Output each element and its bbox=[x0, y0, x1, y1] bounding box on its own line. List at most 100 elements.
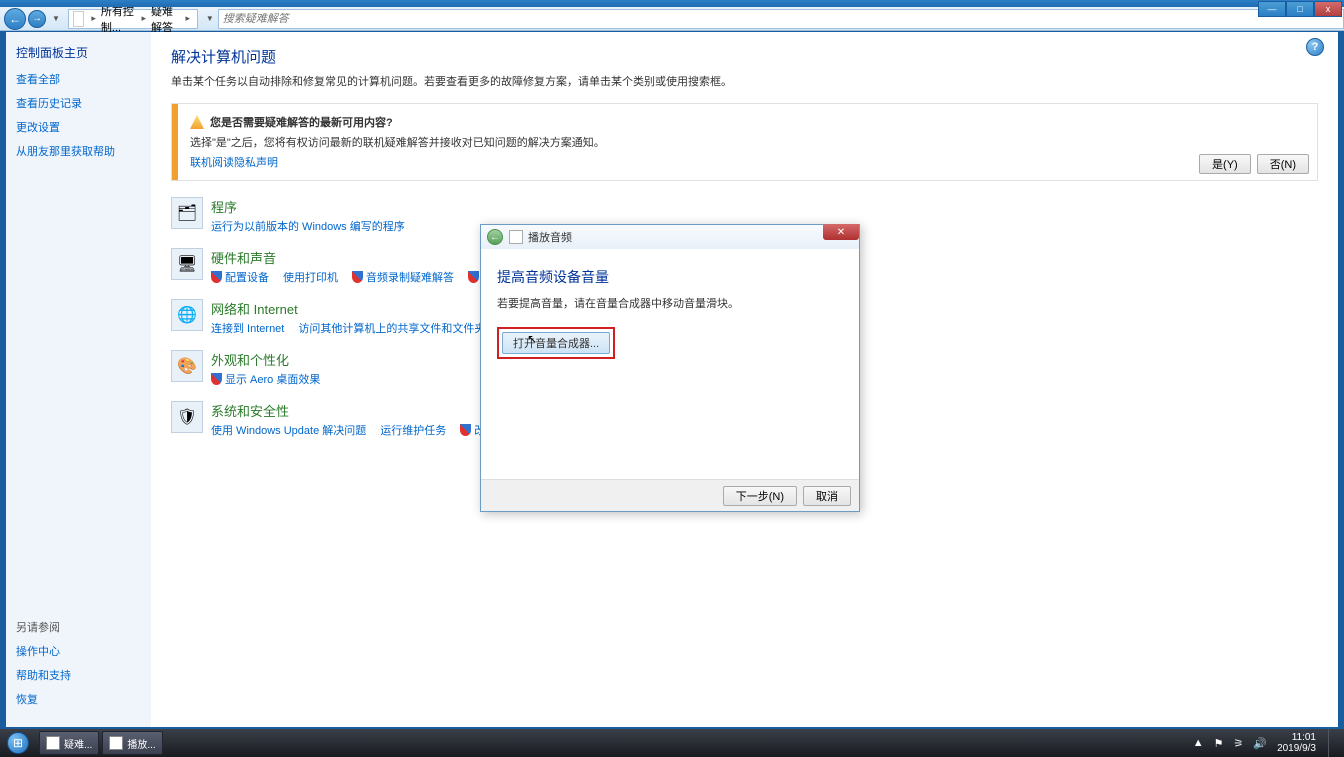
dialog-cancel-button[interactable]: 取消 bbox=[803, 486, 851, 506]
taskbar-item-label: 疑难... bbox=[64, 736, 92, 751]
shield-icon bbox=[211, 373, 222, 385]
category-links: 运行为以前版本的 Windows 编写的程序 bbox=[211, 218, 405, 234]
sidebar-title: 控制面板主页 bbox=[16, 44, 141, 61]
category-link[interactable]: 访问其他计算机上的共享文件和文件夹 bbox=[298, 320, 485, 336]
category-link[interactable]: 使用 Windows Update 解决问题 bbox=[211, 422, 366, 438]
dialog-close-button[interactable]: ✕ bbox=[823, 224, 859, 240]
sidebar-link-history[interactable]: 查看历史记录 bbox=[16, 95, 141, 111]
maximize-button[interactable]: □ bbox=[1286, 1, 1314, 17]
sidebar-link-view-all[interactable]: 查看全部 bbox=[16, 71, 141, 87]
category-link[interactable]: 音频录制疑难解答 bbox=[352, 269, 454, 285]
taskbar: 疑难... 播放... ▲ ⚑ ⚞ 🔊 11:01 2019/9/3 bbox=[0, 729, 1344, 757]
address-dropdown[interactable]: ▼ bbox=[202, 14, 218, 23]
category-link[interactable]: 使用打印机 bbox=[283, 269, 338, 285]
sidebar-footer-recovery[interactable]: 恢复 bbox=[16, 691, 141, 707]
nav-history-dropdown[interactable]: ▼ bbox=[48, 14, 64, 23]
category-title[interactable]: 程序 bbox=[211, 197, 405, 216]
shield-icon bbox=[468, 271, 479, 283]
notice-box: 您是否需要疑难解答的最新可用内容? 选择"是"之后，您将有权访问最新的联机疑难解… bbox=[171, 103, 1318, 181]
action-center-icon[interactable]: ⚑ bbox=[1214, 737, 1224, 750]
forward-button[interactable]: → bbox=[28, 10, 46, 28]
link-text: 访问其他计算机上的共享文件和文件夹 bbox=[298, 320, 485, 336]
warning-icon bbox=[190, 115, 204, 129]
page-title: 解决计算机问题 bbox=[171, 46, 1318, 67]
back-button[interactable]: ← bbox=[4, 8, 26, 30]
category-link[interactable]: 配置设备 bbox=[211, 269, 269, 285]
dialog-heading: 提高音频设备音量 bbox=[497, 267, 843, 287]
start-orb-icon bbox=[7, 732, 29, 754]
chevron-right-icon: ▸ bbox=[182, 13, 193, 24]
system-tray: ▲ ⚑ ⚞ 🔊 11:01 2019/9/3 bbox=[1193, 729, 1344, 757]
link-text: 音频录制疑难解答 bbox=[366, 269, 454, 285]
notice-text: 选择"是"之后，您将有权访问最新的联机疑难解答并接收对已知问题的解决方案通知。 bbox=[190, 134, 1187, 150]
category-icon: 🎨 bbox=[171, 350, 203, 382]
category-link[interactable]: 显示 Aero 桌面效果 bbox=[211, 371, 320, 387]
close-button[interactable]: x bbox=[1314, 1, 1342, 17]
notice-no-button[interactable]: 否(N) bbox=[1257, 154, 1309, 174]
app-icon bbox=[109, 736, 123, 750]
dialog-back-button[interactable]: ← bbox=[487, 229, 503, 245]
link-text: 运行维护任务 bbox=[380, 422, 446, 438]
start-button[interactable] bbox=[0, 729, 36, 757]
link-text: 显示 Aero 桌面效果 bbox=[225, 371, 320, 387]
dialog-body: 提高音频设备音量 若要提高音量，请在音量合成器中移动音量滑块。 打开音量合成器.… bbox=[481, 249, 859, 479]
volume-icon[interactable]: 🔊 bbox=[1253, 737, 1267, 750]
shield-icon bbox=[211, 271, 222, 283]
category-link[interactable]: 运行为以前版本的 Windows 编写的程序 bbox=[211, 218, 405, 234]
category-link[interactable]: 运行维护任务 bbox=[380, 422, 446, 438]
search-input[interactable] bbox=[223, 13, 1339, 25]
control-panel-icon bbox=[73, 11, 84, 27]
chevron-right-icon: ▸ bbox=[138, 13, 149, 24]
clock[interactable]: 11:01 2019/9/3 bbox=[1277, 732, 1318, 754]
category-icon: 🖥 bbox=[171, 248, 203, 280]
category-link[interactable]: 连接到 Internet bbox=[211, 320, 284, 336]
dialog-title-icon bbox=[509, 230, 523, 244]
sidebar-footer-action-center[interactable]: 操作中心 bbox=[16, 643, 141, 659]
clock-date: 2019/9/3 bbox=[1277, 743, 1316, 754]
notice-body: 您是否需要疑难解答的最新可用内容? 选择"是"之后，您将有权访问最新的联机疑难解… bbox=[178, 104, 1199, 180]
taskbar-item-troubleshoot[interactable]: 疑难... bbox=[39, 731, 99, 755]
title-bar: — □ x bbox=[0, 0, 1344, 7]
breadcrumb-seg1[interactable]: 所有控制... bbox=[99, 3, 139, 35]
taskbar-item-audio[interactable]: 播放... bbox=[102, 731, 162, 755]
category-icon: 🛡 bbox=[171, 401, 203, 433]
breadcrumb-seg2[interactable]: 疑难解答 bbox=[149, 3, 182, 35]
clock-time: 11:01 bbox=[1277, 732, 1316, 743]
link-text: 运行为以前版本的 Windows 编写的程序 bbox=[211, 218, 405, 234]
sidebar-footer-help[interactable]: 帮助和支持 bbox=[16, 667, 141, 683]
category-links: 显示 Aero 桌面效果 bbox=[211, 371, 320, 387]
notice-title: 您是否需要疑难解答的最新可用内容? bbox=[190, 114, 1187, 130]
sidebar-link-friend-help[interactable]: 从朋友那里获取帮助 bbox=[16, 143, 141, 159]
notice-yes-button[interactable]: 是(Y) bbox=[1199, 154, 1251, 174]
sidebar-link-settings[interactable]: 更改设置 bbox=[16, 119, 141, 135]
window-controls: — □ x bbox=[1258, 1, 1342, 17]
notice-privacy-link[interactable]: 联机阅读隐私声明 bbox=[190, 154, 1187, 170]
show-desktop-button[interactable] bbox=[1328, 729, 1338, 757]
chevron-right-icon: ▸ bbox=[88, 13, 99, 24]
sidebar: 控制面板主页 查看全部 查看历史记录 更改设置 从朋友那里获取帮助 另请参阅 操… bbox=[6, 32, 151, 727]
page-description: 单击某个任务以自动排除和修复常见的计算机问题。若要查看更多的故障修复方案，请单击… bbox=[171, 73, 1318, 89]
dialog-title-bar[interactable]: ← 播放音频 ✕ bbox=[481, 225, 859, 249]
sidebar-footer: 另请参阅 操作中心 帮助和支持 恢复 bbox=[16, 619, 141, 715]
category-icon: 🌐 bbox=[171, 299, 203, 331]
troubleshoot-dialog: ← 播放音频 ✕ 提高音频设备音量 若要提高音量，请在音量合成器中移动音量滑块。… bbox=[480, 224, 860, 512]
link-text: 配置设备 bbox=[225, 269, 269, 285]
category-title[interactable]: 网络和 Internet bbox=[211, 299, 485, 318]
sidebar-footer-title: 另请参阅 bbox=[16, 619, 141, 635]
minimize-button[interactable]: — bbox=[1258, 1, 1286, 17]
tray-up-icon[interactable]: ▲ bbox=[1193, 737, 1204, 749]
search-box[interactable] bbox=[218, 9, 1344, 29]
taskbar-item-label: 播放... bbox=[127, 736, 155, 751]
category-title[interactable]: 外观和个性化 bbox=[211, 350, 320, 369]
app-icon bbox=[46, 736, 60, 750]
dialog-title-text: 播放音频 bbox=[528, 229, 572, 245]
open-volume-mixer-button[interactable]: 打开音量合成器... bbox=[502, 332, 610, 354]
dialog-next-button[interactable]: 下一步(N) bbox=[723, 486, 797, 506]
address-bar: ← → ▼ ▸ 所有控制... ▸ 疑难解答 ▸ ▼ bbox=[0, 7, 1344, 31]
help-icon[interactable]: ? bbox=[1306, 38, 1324, 56]
address-path[interactable]: ▸ 所有控制... ▸ 疑难解答 ▸ bbox=[68, 9, 198, 29]
network-icon[interactable]: ⚞ bbox=[1233, 737, 1243, 750]
category-icon: 🗂 bbox=[171, 197, 203, 229]
dialog-footer: 下一步(N) 取消 bbox=[481, 479, 859, 511]
link-text: 使用 Windows Update 解决问题 bbox=[211, 422, 366, 438]
